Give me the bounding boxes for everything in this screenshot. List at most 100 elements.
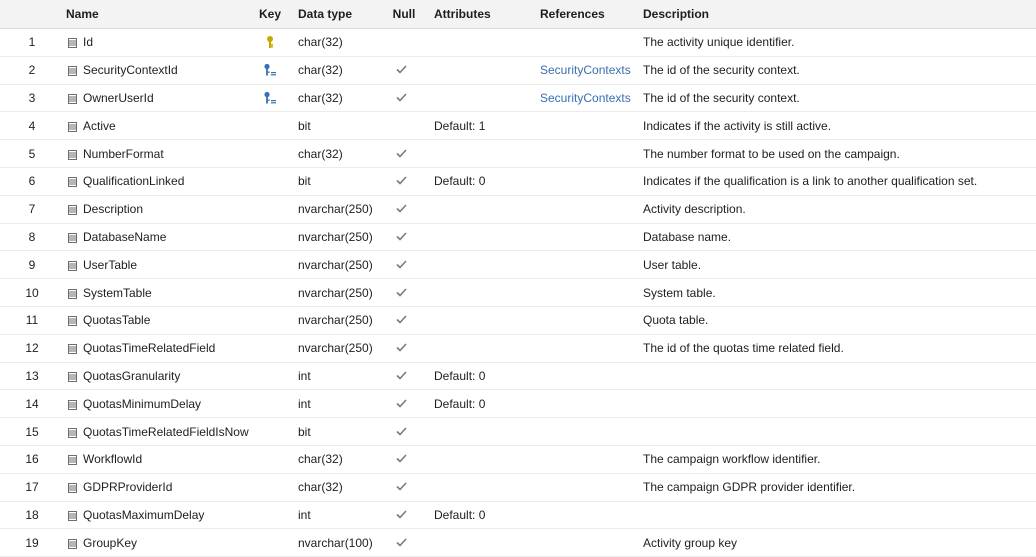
table-row[interactable]: 18 QuotasMaximumDelay int Default: 0 — [0, 502, 1036, 530]
column-name[interactable]: QuotasGranularity — [68, 363, 248, 390]
data-type: char(32) — [298, 35, 343, 50]
table-row[interactable]: 13 QuotasGranularity int Default: 0 — [0, 363, 1036, 391]
column-name-text: QuotasTimeRelatedField — [83, 341, 216, 356]
description — [643, 502, 1033, 529]
column-name[interactable]: SystemTable — [68, 279, 248, 306]
column-name[interactable]: OwnerUserId — [68, 85, 248, 112]
table-row[interactable]: 14 QuotasMinimumDelay int Default: 0 — [0, 390, 1036, 419]
header-description[interactable]: Description — [643, 0, 1033, 28]
column-name[interactable]: QuotasTable — [68, 307, 248, 334]
foreign-key-icon — [263, 91, 277, 105]
table-row[interactable]: 5 NumberFormat char(32) The number format t… — [0, 140, 1036, 168]
column-field-icon — [68, 371, 77, 382]
null-cell — [392, 85, 410, 112]
description: The id of the security context. — [643, 63, 800, 78]
column-name[interactable]: QuotasTimeRelatedFieldIsNow — [68, 418, 249, 445]
attributes: Default: 1 — [434, 118, 486, 133]
table-row[interactable]: 4 Active bit Default: 1 Indicates if the act… — [0, 112, 1036, 141]
reference-link — [540, 335, 640, 362]
description: The activity unique identifier. — [643, 35, 795, 50]
column-field-icon — [68, 93, 77, 104]
null-cell — [392, 390, 410, 417]
column-name[interactable]: Id — [68, 29, 248, 56]
primary-key-icon — [263, 35, 277, 49]
header-references[interactable]: References — [540, 0, 640, 28]
null-cell — [392, 140, 410, 167]
table-row[interactable]: 19 GroupKey nvarchar(100) Activity group ke… — [0, 529, 1036, 557]
table-row[interactable]: 2 SecurityContextId char(32) SecurityContex… — [0, 57, 1036, 85]
column-name[interactable]: GroupKey — [68, 529, 248, 556]
column-name[interactable]: QualificationLinked — [68, 168, 248, 195]
null-cell — [392, 363, 410, 390]
header-attributes[interactable]: Attributes — [434, 0, 534, 28]
column-name[interactable]: NumberFormat — [68, 140, 248, 167]
column-field-icon — [68, 399, 77, 410]
column-name-text: SystemTable — [83, 285, 152, 300]
reference-link[interactable]: SecurityContexts — [540, 57, 640, 84]
column-name[interactable]: Description — [68, 196, 248, 223]
column-name[interactable]: QuotasMinimumDelay — [68, 390, 248, 417]
column-name[interactable]: GDPRProviderId — [68, 474, 248, 501]
table-row[interactable]: 9 UserTable nvarchar(250) User table. — [0, 251, 1036, 280]
table-row[interactable]: 11 QuotasTable nvarchar(250) Quota table. — [0, 307, 1036, 335]
key-cell — [258, 112, 282, 139]
column-field-icon — [68, 204, 77, 216]
table-row[interactable]: 17 GDPRProviderId char(32) The campaign GDP… — [0, 474, 1036, 502]
table-row[interactable]: 7 Description nvarchar(250) Activity descri… — [0, 196, 1036, 224]
checkmark-icon — [395, 341, 407, 355]
column-name[interactable]: DatabaseName — [68, 224, 248, 251]
row-number: 13 — [25, 368, 39, 383]
column-field-icon — [68, 538, 77, 549]
column-name[interactable]: WorkflowId — [68, 446, 248, 473]
header-data-type[interactable]: Data type — [298, 0, 388, 28]
description: The campaign workflow identifier. — [643, 452, 821, 467]
table-row[interactable]: 6 QualificationLinked bit Default: 0 Indicat… — [0, 168, 1036, 196]
column-name[interactable]: QuotasMaximumDelay — [68, 502, 248, 529]
column-field-icon — [68, 149, 77, 160]
column-field-icon — [68, 343, 77, 355]
attributes — [434, 446, 534, 473]
description: The id of the quotas time related field. — [643, 341, 844, 356]
table-row[interactable]: 10 SystemTable nvarchar(250) System table. — [0, 279, 1036, 307]
column-name[interactable]: Active — [68, 112, 248, 139]
description: Database name. — [643, 229, 732, 244]
column-name[interactable]: UserTable — [68, 251, 248, 278]
table-row[interactable]: 16 WorkflowId char(32) The campaign workflo… — [0, 446, 1036, 474]
header-name[interactable]: Name — [66, 0, 246, 28]
description: Activity group key — [643, 535, 738, 550]
column-field-icon — [68, 37, 77, 49]
key-cell — [258, 224, 282, 251]
table-row[interactable]: 3 OwnerUserId char(32) SecurityContexts The … — [0, 85, 1036, 113]
column-name[interactable]: SecurityContextId — [68, 57, 248, 84]
attributes — [434, 251, 534, 278]
row-number: 3 — [28, 90, 36, 105]
attributes — [434, 57, 534, 84]
table-row[interactable]: 1 Id char(32) The activity unique identifie… — [0, 29, 1036, 57]
column-field-icon — [68, 427, 77, 438]
data-type: nvarchar(100) — [298, 535, 373, 550]
description — [643, 363, 1033, 390]
key-cell — [258, 307, 282, 334]
checkmark-icon — [395, 63, 407, 77]
column-name[interactable]: QuotasTimeRelatedField — [68, 335, 248, 362]
table-row[interactable]: 12 QuotasTimeRelatedField nvarchar(250) The… — [0, 335, 1036, 363]
header-null[interactable]: Null — [391, 0, 417, 28]
key-cell — [258, 279, 282, 306]
attributes: Default: 0 — [434, 507, 486, 522]
header-key[interactable]: Key — [258, 0, 282, 28]
description: System table. — [643, 285, 716, 300]
column-name-text: QualificationLinked — [83, 174, 185, 189]
table-row[interactable]: 15 QuotasTimeRelatedFieldIsNow bit — [0, 418, 1036, 446]
column-name-text: GroupKey — [83, 535, 138, 550]
column-field-icon — [68, 454, 77, 466]
row-number: 4 — [28, 118, 36, 133]
row-number: 8 — [28, 229, 36, 244]
key-cell — [258, 446, 282, 473]
table-row[interactable]: 8 DatabaseName nvarchar(250) Database name. — [0, 224, 1036, 252]
key-cell — [258, 502, 282, 529]
reference-link[interactable]: SecurityContexts — [540, 85, 640, 112]
row-number: 17 — [25, 480, 39, 495]
description — [643, 418, 1033, 445]
row-number: 18 — [25, 507, 39, 522]
null-cell — [392, 168, 410, 195]
